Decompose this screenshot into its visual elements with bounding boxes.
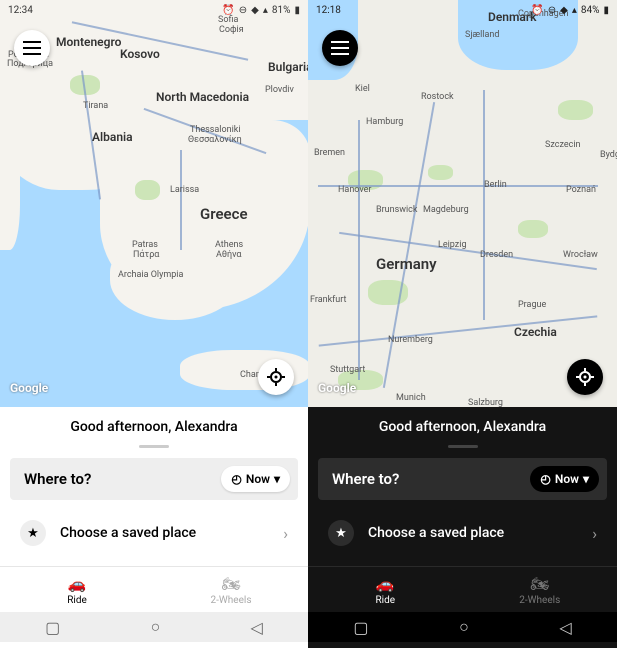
- battery-icon: ▮: [603, 5, 609, 16]
- screen-light-mode: 12:34 ⏰ ⊖ ◆ ▴ 81% ▮ MontenegroKosovoNo: [0, 0, 308, 648]
- signal-icon: ▴: [263, 5, 268, 16]
- drag-handle[interactable]: [139, 445, 169, 448]
- bike-icon: 🏍: [463, 575, 617, 593]
- status-right: ⏰ ⊖ ◆ ▴ 81% ▮: [222, 5, 300, 16]
- signal-icon: ▴: [572, 5, 577, 16]
- map-attribution: Google: [318, 381, 356, 395]
- where-to-row[interactable]: Where to? ◴ Now ▾: [318, 458, 607, 500]
- crosshair-icon: [267, 368, 285, 386]
- bottom-panel: Good afternoon, Alexandra Where to? ◴ No…: [0, 407, 308, 648]
- tab-two-wheels[interactable]: 🏍 2-Wheels: [154, 567, 308, 612]
- now-label: Now: [246, 472, 270, 486]
- drag-handle[interactable]: [448, 445, 478, 448]
- saved-place-row[interactable]: ★ Choose a saved place ›: [318, 514, 607, 552]
- map-country-label: Bulgaria: [268, 60, 308, 74]
- map-attribution: Google: [10, 381, 48, 395]
- menu-icon: [331, 41, 349, 55]
- where-to-label: Where to?: [332, 470, 399, 488]
- map-country-label: Greece: [200, 205, 248, 223]
- chevron-down-icon: ▾: [274, 472, 280, 486]
- chevron-right-icon: ›: [592, 524, 597, 543]
- schedule-pill[interactable]: ◴ Now ▾: [221, 466, 290, 492]
- wifi-icon: ◆: [251, 5, 259, 16]
- dnd-icon: ⊖: [239, 5, 247, 16]
- car-icon: 🚗: [0, 575, 154, 593]
- tab-ride-label: Ride: [67, 595, 87, 606]
- saved-place-row[interactable]: ★ Choose a saved place ›: [10, 514, 298, 552]
- battery-text: 81%: [272, 5, 291, 16]
- tab-ride[interactable]: 🚗 Ride: [308, 567, 463, 612]
- where-to-label: Where to?: [24, 470, 91, 488]
- star-icon: ★: [328, 520, 354, 546]
- where-to-row[interactable]: Where to? ◴ Now ▾: [10, 458, 298, 500]
- battery-text: 84%: [581, 5, 600, 16]
- map-view[interactable]: DenmarkGermanyCzechia CopenhagenSjælland…: [308, 0, 617, 407]
- dnd-icon: ⊖: [548, 5, 556, 16]
- nav-home-icon[interactable]: ○: [459, 617, 469, 637]
- mode-tabs: 🚗 Ride 🏍 2-Wheels: [0, 566, 308, 612]
- saved-place-label: Choose a saved place: [60, 525, 269, 541]
- map-country-label: Kosovo: [120, 47, 160, 61]
- status-time: 12:18: [316, 5, 341, 16]
- map-country-label: North Macedonia: [156, 90, 249, 104]
- chevron-right-icon: ›: [283, 524, 288, 543]
- map-country-label: Germany: [376, 255, 437, 273]
- mode-tabs: 🚗 Ride 🏍 2-Wheels: [308, 566, 617, 612]
- tab-ride[interactable]: 🚗 Ride: [0, 567, 154, 612]
- tab-two-wheels-label: 2-Wheels: [211, 595, 252, 606]
- greeting: Good afternoon, Alexandra: [0, 407, 308, 445]
- battery-icon: ▮: [294, 5, 300, 16]
- map-view[interactable]: MontenegroKosovo North Macedonia Albania Gr…: [0, 0, 308, 407]
- tab-ride-label: Ride: [375, 595, 395, 606]
- status-bar: 12:18 ⏰ ⊖ ◆ ▴ 84% ▮: [308, 0, 617, 20]
- map-country-label: Montenegro: [56, 35, 121, 49]
- greeting: Good afternoon, Alexandra: [308, 407, 617, 445]
- nav-back-icon[interactable]: ◁: [559, 618, 571, 637]
- android-navbar: ▢ ○ ◁: [308, 612, 617, 642]
- status-right: ⏰ ⊖ ◆ ▴ 84% ▮: [531, 5, 609, 16]
- android-navbar: ▢ ○ ◁: [0, 612, 308, 642]
- nav-back-icon[interactable]: ◁: [251, 618, 263, 637]
- screen-dark-mode: 12:18 ⏰ ⊖ ◆ ▴ 84% ▮: [308, 0, 617, 648]
- crosshair-icon: [576, 368, 594, 386]
- map-country-label: Albania: [92, 130, 133, 144]
- locate-button[interactable]: [567, 359, 603, 395]
- menu-icon: [23, 41, 41, 55]
- status-bar: 12:34 ⏰ ⊖ ◆ ▴ 81% ▮: [0, 0, 308, 20]
- bike-icon: 🏍: [154, 575, 308, 593]
- map-country-label: Czechia: [514, 325, 557, 339]
- clock-icon: ◴: [231, 472, 241, 486]
- menu-button[interactable]: [322, 30, 358, 66]
- wifi-icon: ◆: [560, 5, 568, 16]
- nav-recent-icon[interactable]: ▢: [45, 618, 60, 637]
- locate-button[interactable]: [258, 359, 294, 395]
- clock-icon: ◴: [540, 472, 550, 486]
- bottom-panel: Good afternoon, Alexandra Where to? ◴ No…: [308, 407, 617, 648]
- alarm-icon: ⏰: [531, 5, 543, 16]
- tab-two-wheels[interactable]: 🏍 2-Wheels: [463, 567, 617, 612]
- schedule-pill[interactable]: ◴ Now ▾: [530, 466, 599, 492]
- menu-button[interactable]: [14, 30, 50, 66]
- saved-place-label: Choose a saved place: [368, 525, 578, 541]
- nav-home-icon[interactable]: ○: [151, 617, 161, 637]
- status-time: 12:34: [8, 5, 33, 16]
- nav-recent-icon[interactable]: ▢: [353, 618, 368, 637]
- star-icon: ★: [20, 520, 46, 546]
- car-icon: 🚗: [308, 575, 463, 593]
- now-label: Now: [555, 472, 579, 486]
- tab-two-wheels-label: 2-Wheels: [519, 595, 560, 606]
- chevron-down-icon: ▾: [583, 472, 589, 486]
- alarm-icon: ⏰: [222, 5, 234, 16]
